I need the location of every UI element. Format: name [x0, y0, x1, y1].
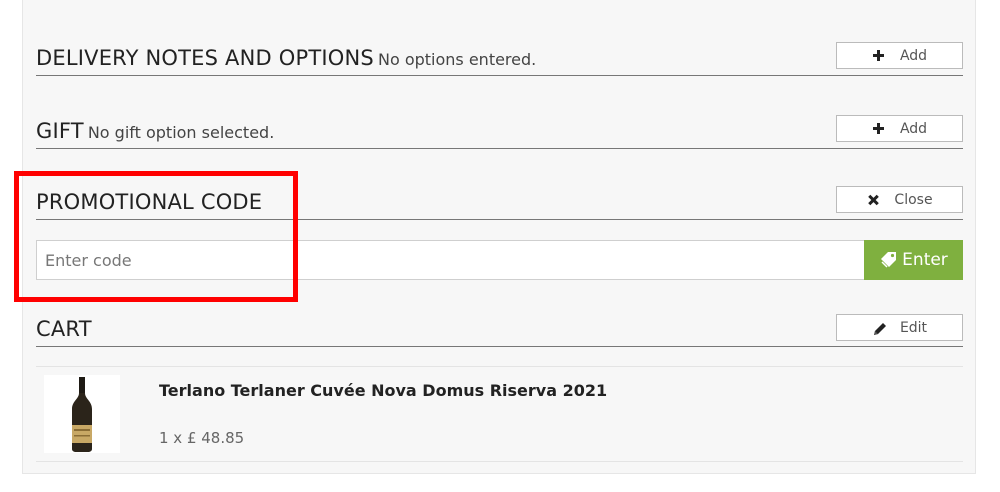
- close-icon: [866, 193, 880, 207]
- gift-status: No gift option selected.: [87, 123, 275, 142]
- gift-header: GIFT No gift option selected. Add: [36, 108, 963, 149]
- promo-close-button[interactable]: Close: [836, 186, 963, 213]
- gift-add-button[interactable]: Add: [836, 115, 963, 142]
- promo-code-input[interactable]: [36, 240, 864, 280]
- wine-bottle-icon: [72, 377, 92, 452]
- gift-add-label: Add: [899, 120, 928, 137]
- delivery-status: No options entered.: [377, 50, 537, 69]
- promo-close-label: Close: [894, 191, 933, 208]
- promo-enter-label: Enter: [902, 250, 948, 270]
- delivery-add-label: Add: [899, 47, 928, 64]
- plus-icon: [872, 122, 886, 136]
- promo-header: PROMOTIONAL CODE Close: [36, 179, 963, 220]
- delivery-title: DELIVERY NOTES AND OPTIONS No options ent…: [36, 46, 537, 70]
- cart-header: CART Edit: [36, 306, 963, 347]
- promo-title: PROMOTIONAL CODE: [36, 190, 263, 214]
- tag-icon: [881, 252, 897, 268]
- product-price: 1 x £ 48.85: [159, 429, 245, 447]
- delivery-add-button[interactable]: Add: [836, 42, 963, 69]
- gift-title: GIFT No gift option selected.: [36, 119, 275, 143]
- delivery-header: DELIVERY NOTES AND OPTIONS No options ent…: [36, 35, 963, 76]
- cart-item: Terlano Terlaner Cuvée Nova Domus Riserv…: [36, 366, 963, 462]
- pencil-icon: [872, 321, 886, 335]
- product-name[interactable]: Terlano Terlaner Cuvée Nova Domus Riserv…: [159, 381, 607, 400]
- cart-title: CART: [36, 317, 92, 341]
- cart-edit-label: Edit: [899, 319, 928, 336]
- cart-edit-button[interactable]: Edit: [836, 314, 963, 341]
- promo-code-row: Enter: [36, 240, 963, 280]
- plus-icon: [872, 49, 886, 63]
- product-image[interactable]: [44, 375, 120, 453]
- promo-enter-button[interactable]: Enter: [864, 240, 963, 280]
